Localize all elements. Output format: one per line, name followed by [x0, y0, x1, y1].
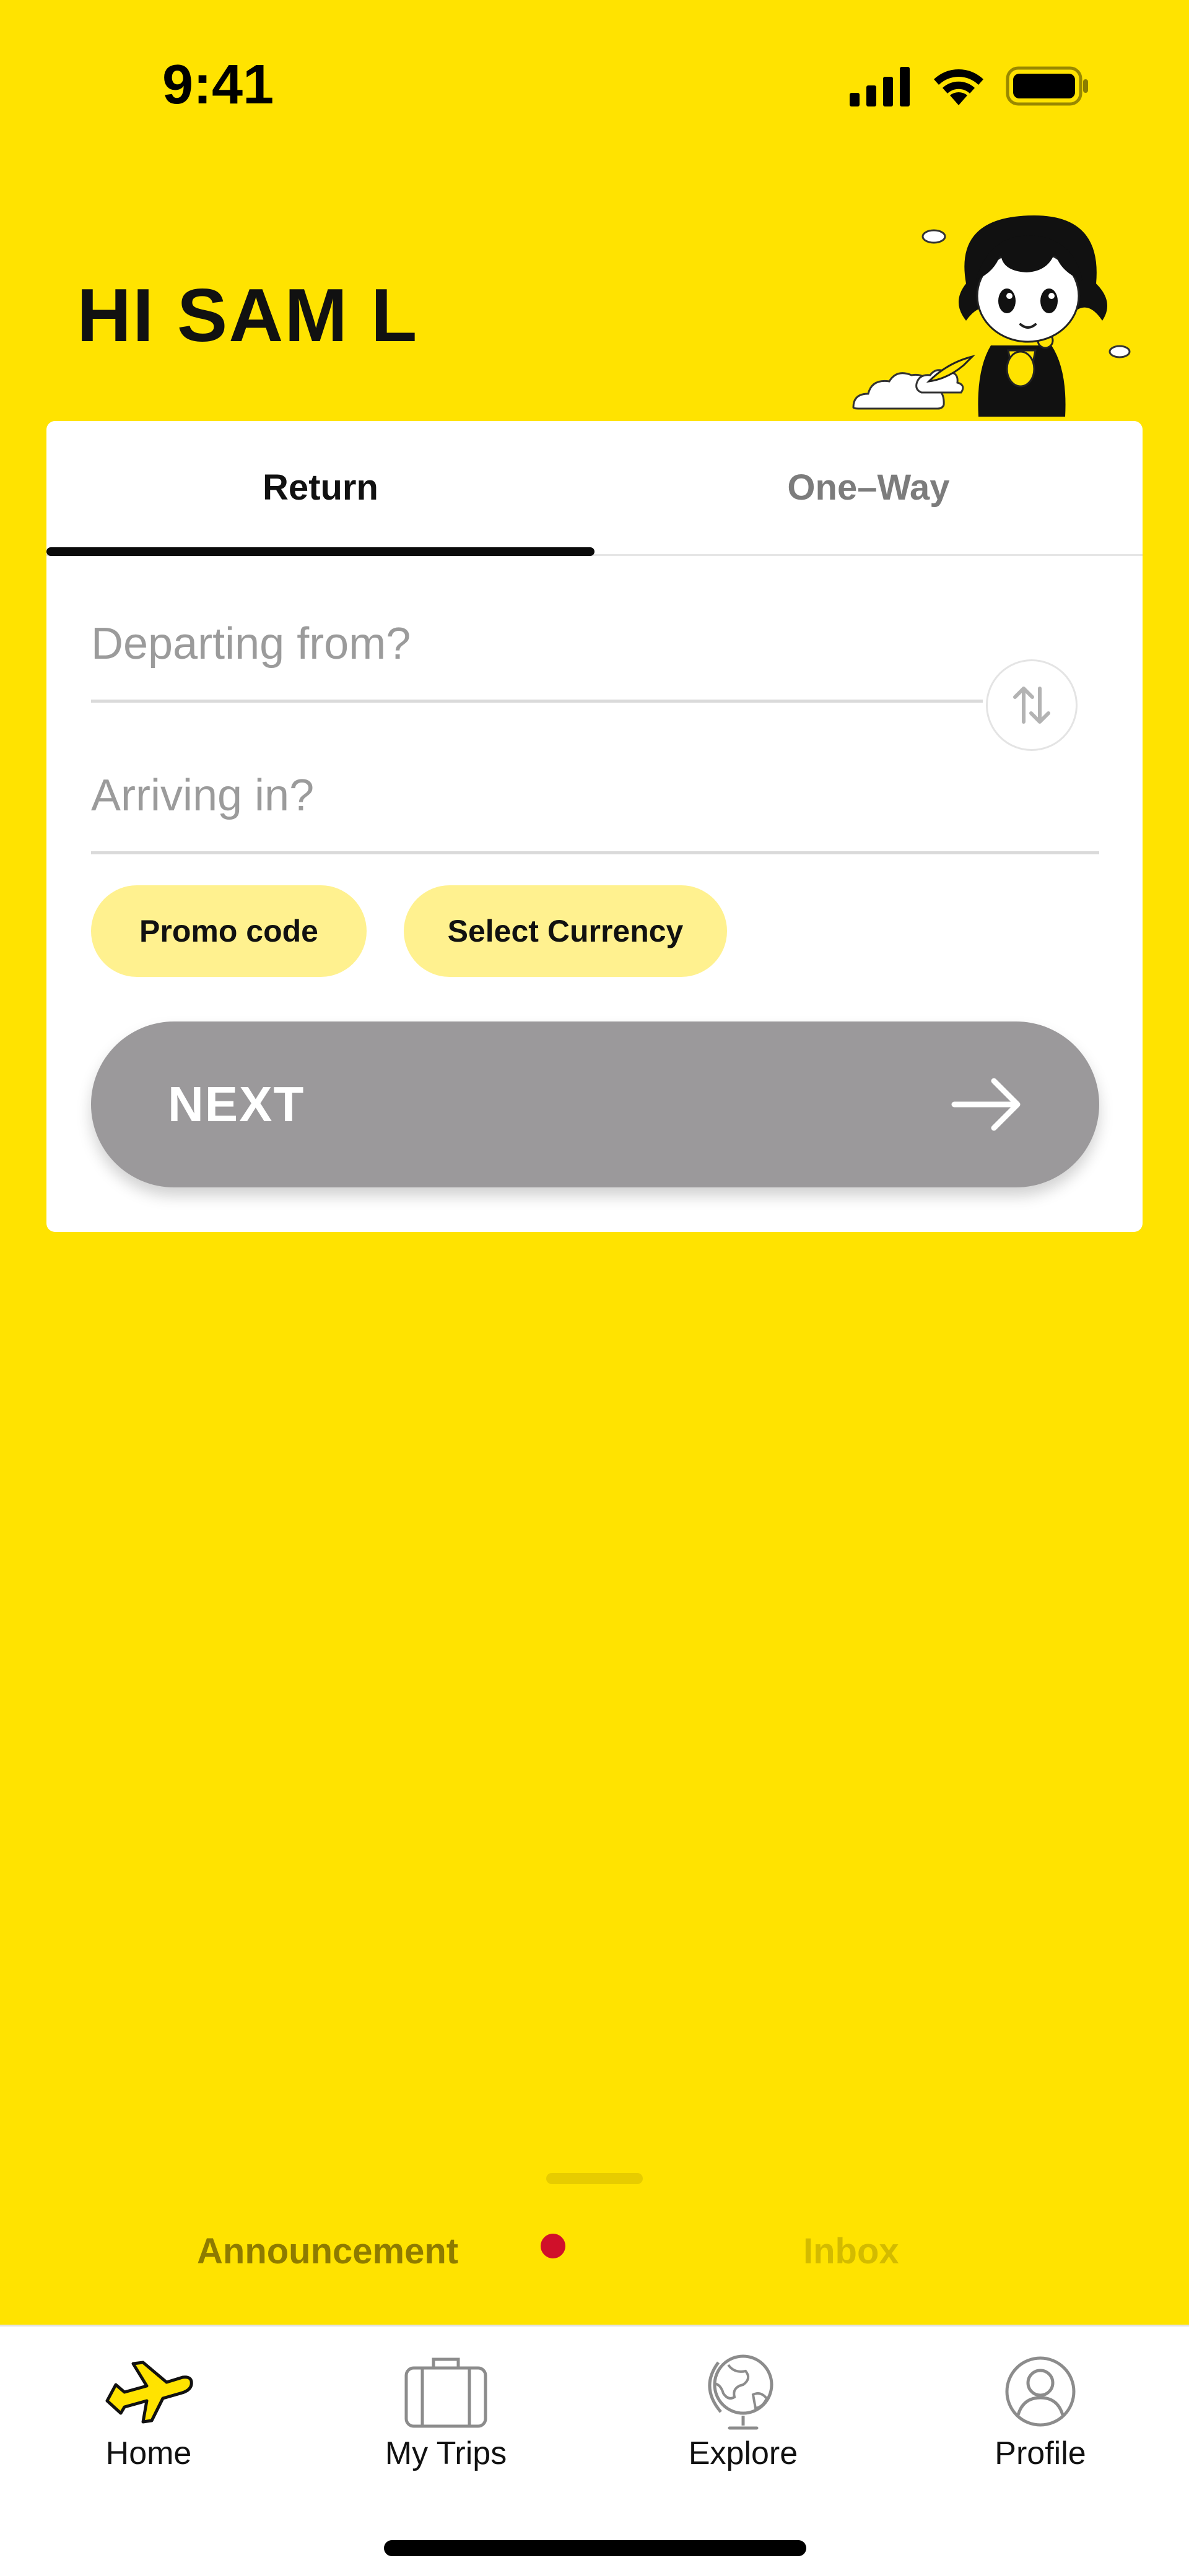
promo-code-button[interactable]: Promo code — [91, 885, 367, 977]
next-button-label: NEXT — [168, 1077, 305, 1132]
swap-arrows-icon — [1013, 687, 1050, 724]
mascot-illustration — [852, 215, 1131, 417]
wifi-icon — [934, 69, 983, 105]
nav-label-explore: Explore — [688, 2435, 798, 2471]
swap-locations-button[interactable] — [986, 659, 1078, 751]
globe-icon — [697, 2351, 790, 2432]
battery-icon — [1006, 66, 1088, 106]
booking-card: Return One–Way Promo code Select Currenc… — [46, 421, 1143, 1232]
arrival-input[interactable] — [91, 758, 983, 833]
active-tab-indicator — [46, 547, 594, 556]
nav-label-my-trips: My Trips — [385, 2435, 507, 2471]
status-time: 9:41 — [162, 54, 274, 116]
greeting-title: HI SAM L — [77, 273, 419, 357]
tab-one-way[interactable]: One–Way — [594, 421, 1143, 554]
profile-icon — [994, 2351, 1087, 2432]
tab-announcement[interactable]: Announcement — [197, 2234, 458, 2270]
status-icons — [850, 66, 1090, 106]
plane-icon — [102, 2351, 195, 2432]
departure-underline — [91, 700, 983, 703]
notification-dot — [541, 2234, 565, 2258]
trip-type-tabs: Return One–Way — [46, 421, 1143, 556]
nav-item-home[interactable]: Home — [0, 2327, 297, 2500]
cellular-signal-icon — [850, 67, 910, 106]
suitcase-icon — [399, 2351, 492, 2432]
nav-label-home: Home — [105, 2435, 192, 2471]
nav-item-explore[interactable]: Explore — [594, 2327, 892, 2500]
tab-inbox[interactable]: Inbox — [803, 2234, 899, 2270]
next-button[interactable]: NEXT — [91, 1021, 1099, 1187]
nav-item-my-trips[interactable]: My Trips — [297, 2327, 594, 2500]
bottom-navigation: Home My Trips Explore Profile — [0, 2325, 1189, 2576]
departure-input[interactable] — [91, 607, 983, 681]
nav-label-profile: Profile — [995, 2435, 1086, 2471]
arrival-underline — [91, 851, 1099, 854]
nav-item-profile[interactable]: Profile — [892, 2327, 1189, 2500]
home-indicator — [384, 2540, 806, 2556]
tab-return[interactable]: Return — [46, 421, 594, 554]
arrow-right-icon — [951, 1078, 1021, 1131]
select-currency-button[interactable]: Select Currency — [404, 885, 727, 977]
sheet-drag-handle[interactable] — [546, 2173, 643, 2184]
